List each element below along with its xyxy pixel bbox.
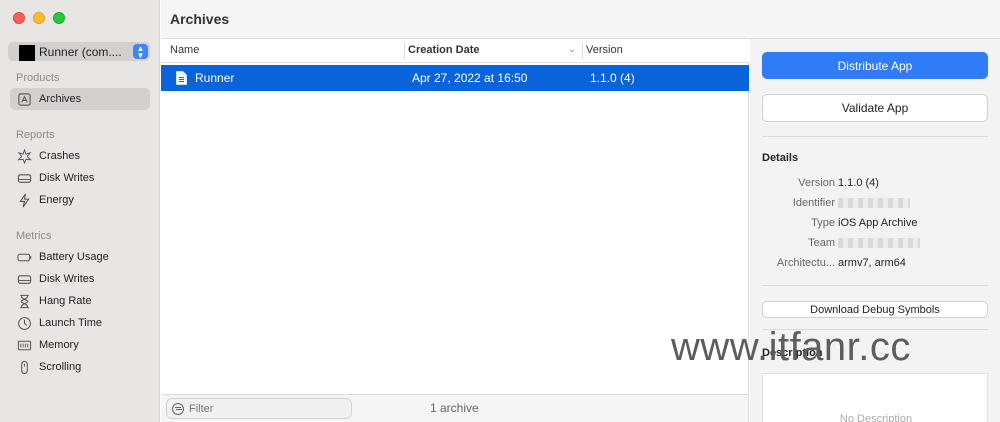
bottom-bar: 1 archive — [161, 394, 749, 422]
row-version: 1.1.0 (4) — [590, 71, 635, 85]
section-label-products: Products — [16, 72, 60, 84]
energy-icon — [16, 192, 32, 208]
detail-key-type: Type — [811, 217, 835, 229]
minimize-window-button[interactable] — [33, 12, 45, 24]
detail-key-version: Version — [798, 177, 835, 189]
detail-value-architecture: armv7, arm64 — [838, 257, 906, 269]
archive-document-icon — [176, 71, 187, 85]
sidebar-item-label: Archives — [39, 93, 82, 105]
app-icon — [19, 45, 35, 61]
clock-icon — [16, 315, 32, 331]
sort-chevron-icon: ⌄ — [568, 44, 577, 55]
close-window-button[interactable] — [13, 12, 25, 24]
disk-icon — [16, 271, 32, 287]
sidebar-item-battery-usage[interactable]: Battery Usage — [10, 246, 150, 268]
chevron-updown-icon[interactable]: ▲ ▼ — [133, 44, 148, 60]
hourglass-icon — [16, 293, 32, 309]
sidebar-item-archives[interactable]: Archives — [10, 88, 150, 110]
redacted-identifier — [838, 198, 910, 208]
sidebar: Runner (com.... ▲ ▼ Products Archives Rep… — [0, 0, 160, 422]
titlebar: Archives — [161, 0, 1000, 39]
validate-app-button[interactable]: Validate App — [762, 94, 988, 122]
sidebar-item-label: Crashes — [39, 150, 80, 162]
window-controls — [13, 12, 65, 24]
watermark: www.itfanr.cc — [671, 325, 911, 369]
list-header: Name Creation Date ⌄ Version — [161, 39, 749, 63]
page-title: Archives — [170, 11, 230, 27]
table-row[interactable]: Runner Apr 27, 2022 at 16:50 1.1.0 (4) — [161, 65, 749, 91]
app-name: Runner (com.... — [39, 44, 122, 59]
detail-key-architecture: Architectu... — [776, 257, 835, 269]
sidebar-item-label: Disk Writes — [39, 273, 95, 285]
archive-icon — [16, 91, 32, 107]
sidebar-item-label: Memory — [39, 339, 79, 351]
sidebar-item-crashes[interactable]: Crashes — [10, 145, 150, 167]
disk-icon — [16, 170, 32, 186]
memory-icon — [16, 337, 32, 353]
sidebar-item-scrolling[interactable]: Scrolling — [10, 356, 150, 378]
filter-icon — [172, 402, 184, 415]
sidebar-item-energy[interactable]: Energy — [10, 189, 150, 211]
detail-key-team: Team — [808, 237, 835, 249]
filter-input[interactable] — [189, 402, 339, 415]
sidebar-item-label: Launch Time — [39, 317, 102, 329]
sidebar-item-disk-writes-metric[interactable]: Disk Writes — [10, 268, 150, 290]
divider — [762, 136, 988, 137]
section-label-reports: Reports — [16, 129, 55, 141]
filter-field[interactable] — [166, 398, 352, 419]
column-divider[interactable] — [404, 42, 405, 59]
description-placeholder: No Description — [839, 413, 913, 422]
app-selector[interactable]: Runner (com.... ▲ ▼ — [8, 42, 150, 61]
row-name: Runner — [195, 71, 235, 85]
column-divider[interactable] — [582, 42, 583, 59]
zoom-window-button[interactable] — [53, 12, 65, 24]
sidebar-item-label: Scrolling — [39, 361, 82, 373]
crash-icon — [16, 148, 32, 164]
column-header-name[interactable]: Name — [170, 44, 199, 56]
archive-count: 1 archive — [430, 401, 479, 415]
redacted-team — [838, 238, 920, 248]
download-debug-symbols-button[interactable]: Download Debug Symbols — [762, 301, 988, 318]
battery-icon — [16, 249, 32, 265]
sidebar-item-memory[interactable]: Memory — [10, 334, 150, 356]
section-label-metrics: Metrics — [16, 230, 52, 242]
archive-list: Name Creation Date ⌄ Version Runner Apr … — [161, 39, 749, 394]
sidebar-item-hang-rate[interactable]: Hang Rate — [10, 290, 150, 312]
details-title: Details — [762, 152, 799, 164]
description-box[interactable]: No Description — [762, 373, 988, 422]
distribute-app-button[interactable]: Distribute App — [762, 52, 988, 79]
sidebar-item-label: Disk Writes — [39, 172, 95, 184]
detail-value-version: 1.1.0 (4) — [838, 177, 879, 189]
sidebar-item-label: Energy — [39, 194, 74, 206]
sidebar-item-label: Battery Usage — [39, 251, 109, 263]
divider — [762, 285, 988, 286]
detail-key-identifier: Identifier — [792, 197, 835, 209]
scroll-icon — [16, 359, 32, 375]
sidebar-item-disk-writes-report[interactable]: Disk Writes — [10, 167, 150, 189]
row-date: Apr 27, 2022 at 16:50 — [412, 71, 528, 85]
column-header-version[interactable]: Version — [586, 44, 623, 56]
detail-value-type: iOS App Archive — [838, 217, 918, 229]
column-header-date[interactable]: Creation Date — [408, 44, 480, 56]
sidebar-item-launch-time[interactable]: Launch Time — [10, 312, 150, 334]
sidebar-item-label: Hang Rate — [39, 295, 92, 307]
